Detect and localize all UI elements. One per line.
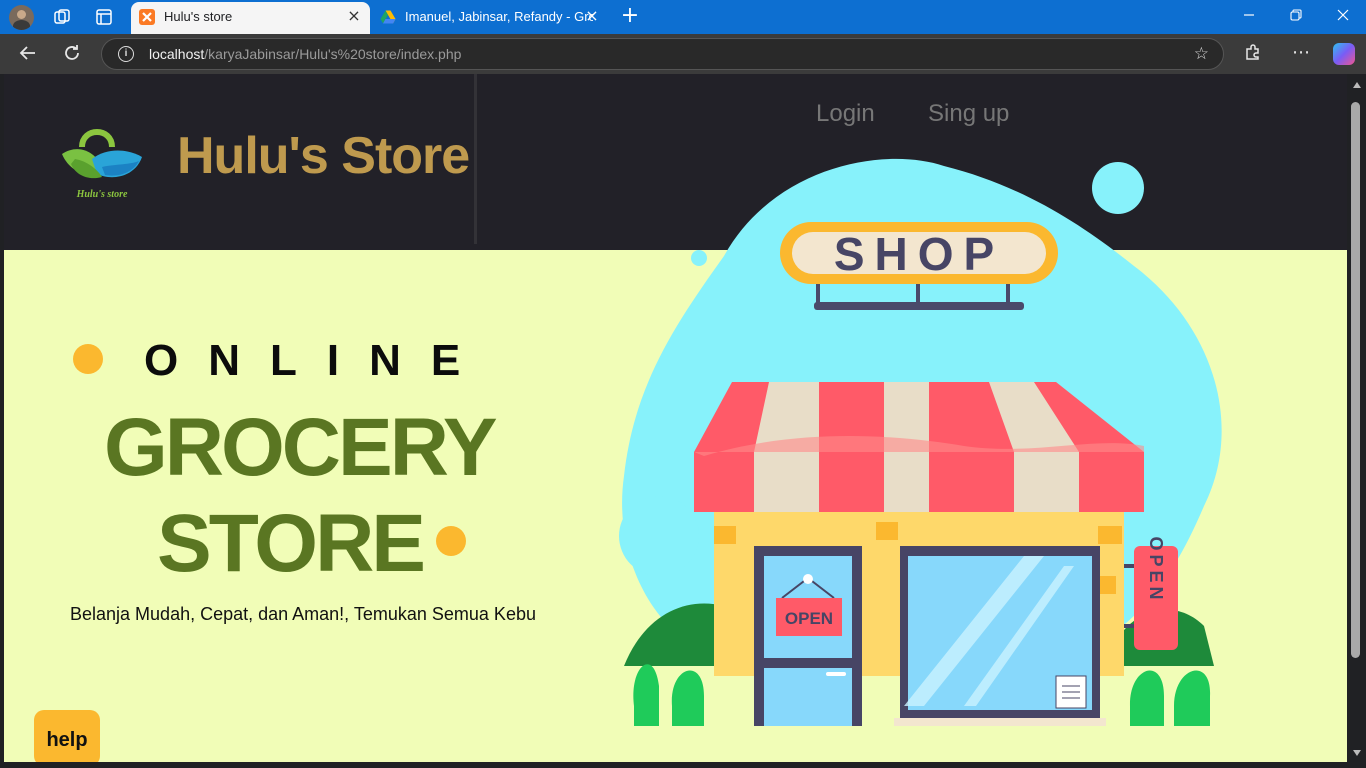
hero-grocery: GROCERY	[104, 402, 498, 493]
scroll-down-arrow[interactable]	[1353, 750, 1361, 756]
help-button[interactable]: help	[34, 710, 100, 762]
bubble-large	[1092, 162, 1144, 214]
side-open-text: OPEN	[1146, 536, 1166, 603]
browser-titlebar: Hulu's store × Imanuel, Jabinsar, Refand…	[0, 0, 1366, 34]
plant-left-2	[671, 670, 704, 726]
header-divider	[474, 74, 477, 244]
url-input[interactable]: i localhost/karyaJabinsar/Hulu's%20store…	[101, 38, 1224, 70]
tab-drive[interactable]: Imanuel, Jabinsar, Refandy - Grosir ×	[372, 2, 608, 34]
signup-link[interactable]: Sing up	[928, 100, 1009, 128]
workspaces-icon[interactable]	[52, 7, 72, 27]
decor-dot-bottom	[436, 526, 466, 556]
hero-online: ONLINE	[144, 336, 491, 385]
favorite-star-icon[interactable]: ☆	[1194, 44, 1209, 64]
login-link[interactable]: Login	[816, 100, 875, 128]
hero-tagline: Belanja Mudah, Cepat, dan Aman!, Temukan…	[70, 604, 536, 624]
tab-actions-icon[interactable]	[94, 7, 114, 27]
page-scrollbar[interactable]	[1348, 74, 1366, 762]
tab-title: Imanuel, Jabinsar, Refandy - Grosir	[405, 9, 593, 24]
store-logo[interactable]: Hulu's store	[57, 119, 147, 204]
window-bottom-edge	[0, 762, 1366, 768]
shop-sign-text: SHOP	[834, 228, 1004, 280]
plant-right-2	[1174, 670, 1211, 726]
hero-store: STORE	[157, 498, 426, 589]
logo-text: Hulu's store	[76, 189, 128, 200]
address-bar-row: i localhost/karyaJabinsar/Hulu's%20store…	[0, 34, 1366, 74]
tab-title: Hulu's store	[164, 9, 233, 24]
more-icon[interactable]: ⋯	[1289, 42, 1313, 66]
minimize-icon[interactable]	[1240, 8, 1258, 26]
close-tab-icon[interactable]: ×	[584, 8, 600, 24]
brand-title: Hulu's Store	[177, 127, 470, 185]
profile-avatar[interactable]	[9, 5, 34, 30]
back-icon[interactable]	[15, 42, 41, 68]
close-icon[interactable]	[1334, 8, 1352, 26]
copilot-icon[interactable]	[1333, 43, 1355, 65]
url-text: localhost/karyaJabinsar/Hulu's%20store/i…	[149, 46, 461, 62]
decor-dot-top	[73, 344, 103, 374]
new-tab-button[interactable]: +	[618, 5, 642, 28]
restore-icon[interactable]	[1287, 8, 1305, 26]
scroll-up-arrow[interactable]	[1353, 82, 1361, 88]
extensions-icon[interactable]	[1241, 42, 1265, 66]
page-content: Hulu's store Hulu's Store Login Sing up …	[4, 74, 1347, 762]
google-drive-icon	[380, 9, 396, 25]
door-open-text: OPEN	[785, 609, 833, 628]
plant-right-1	[1129, 670, 1164, 726]
refresh-icon[interactable]	[59, 42, 85, 68]
bubble-small	[691, 250, 707, 266]
url-host: localhost	[149, 46, 205, 62]
shop-illustration: SHOP OPEN OPEN	[619, 158, 1222, 726]
bubble-left	[619, 496, 699, 576]
scroll-thumb[interactable]	[1351, 102, 1360, 658]
xampp-icon	[139, 9, 155, 25]
url-path: /karyaJabinsar/Hulu's%20store/index.php	[204, 46, 462, 62]
tab-hulus-store[interactable]: Hulu's store ×	[131, 2, 370, 34]
site-info-icon[interactable]: i	[118, 46, 134, 62]
close-tab-icon[interactable]: ×	[346, 8, 362, 24]
plant-left-1	[633, 664, 659, 726]
